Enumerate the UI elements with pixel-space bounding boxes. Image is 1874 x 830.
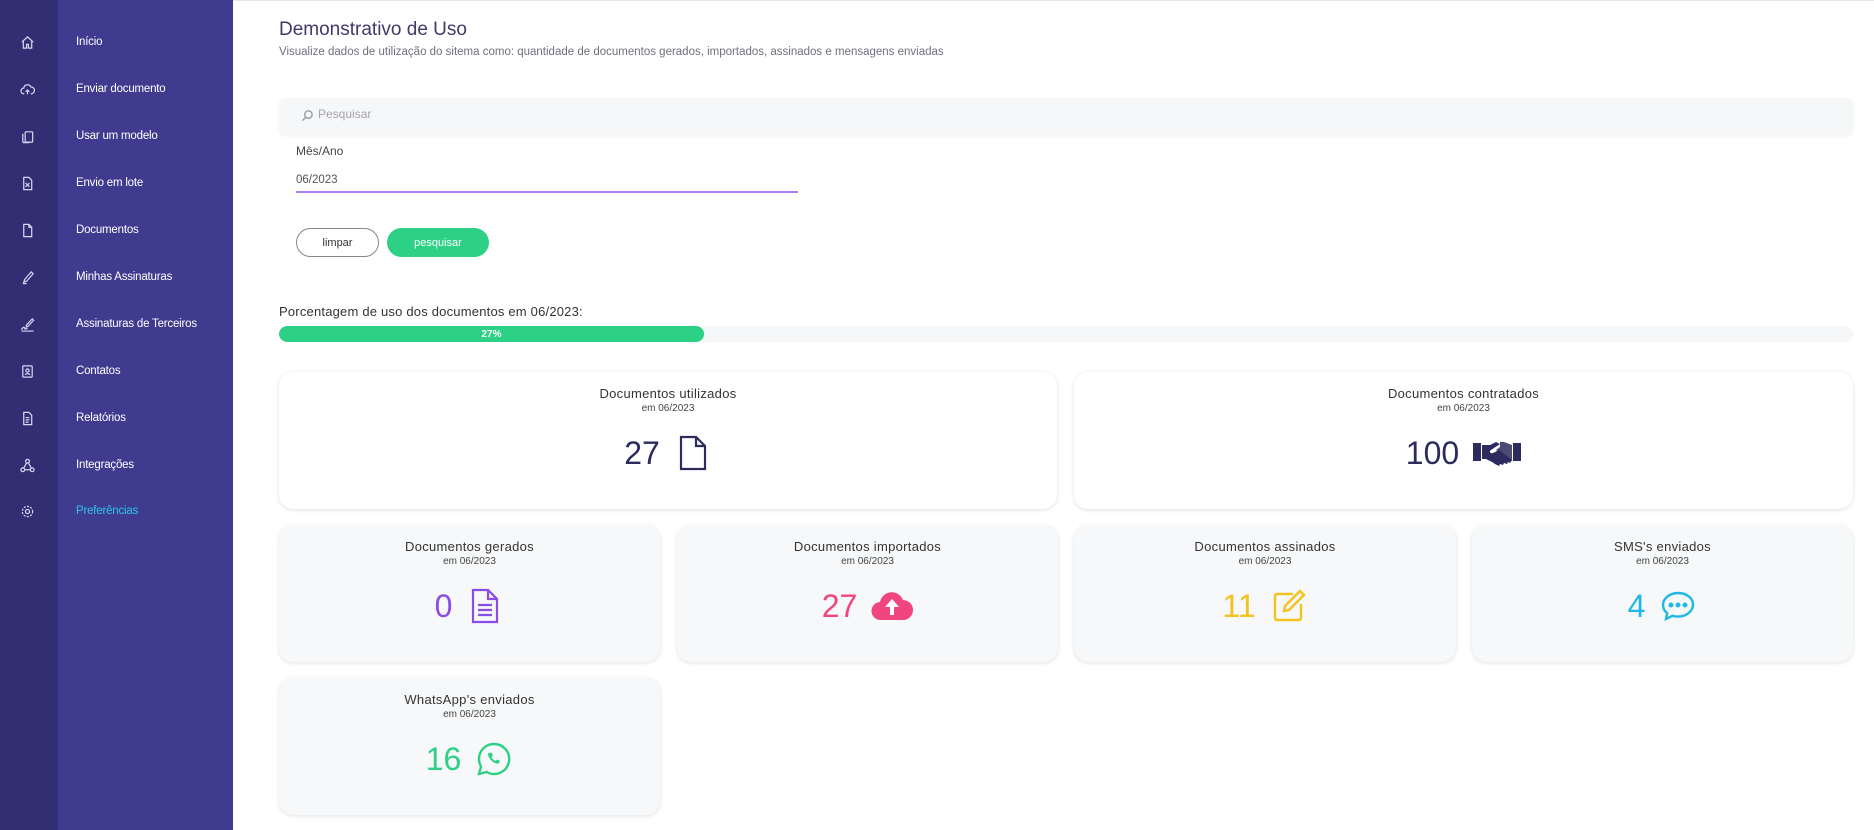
card-documentos-assinados: Documentos assinados em 06/2023 11 — [1074, 525, 1456, 662]
sidebar-item-envio-lote[interactable]: Envio em lote — [76, 177, 143, 189]
pen-icon[interactable] — [17, 267, 37, 287]
card-documentos-contratados: Documentos contratados em 06/2023 100 — [1074, 372, 1853, 509]
report-icon[interactable] — [17, 408, 37, 428]
signature-icon[interactable] — [17, 314, 37, 334]
card-documentos-gerados: Documentos gerados em 06/2023 0 — [279, 525, 660, 662]
page-title: Demonstrativo de Uso — [279, 19, 467, 40]
sidebar-item-preferencias[interactable]: Preferências — [76, 505, 138, 517]
usage-percentage-label: Porcentagem de uso dos documentos em 06/… — [279, 304, 583, 319]
card-subtitle: em 06/2023 — [1238, 556, 1292, 567]
template-icon[interactable] — [17, 126, 37, 146]
card-value: 0 — [434, 587, 453, 624]
main-content: Demonstrativo de Uso Visualize dados de … — [233, 0, 1874, 830]
month-year-label: Mês/Ano — [296, 144, 344, 158]
file-text-icon — [466, 587, 504, 625]
integrations-icon[interactable] — [17, 455, 37, 475]
file-icon — [674, 434, 712, 472]
month-year-input[interactable] — [296, 169, 798, 193]
page-subtitle: Visualize dados de utilização do sitema … — [279, 46, 944, 58]
sidebar-item-assinaturas-terceiros[interactable]: Assinaturas de Terceiros — [76, 318, 197, 330]
clear-button[interactable]: limpar — [296, 228, 379, 257]
cloud-upload-icon[interactable] — [17, 79, 37, 99]
card-subtitle: em 06/2023 — [443, 709, 496, 720]
card-title: SMS's enviados — [1613, 539, 1711, 554]
app-root: Início Enviar documento Usar um modelo E… — [0, 0, 1874, 830]
handshake-icon — [1473, 434, 1522, 472]
home-icon[interactable] — [17, 32, 37, 52]
card-title: Documentos gerados — [405, 539, 534, 554]
whatsapp-icon — [475, 740, 513, 778]
card-title: Documentos contratados — [1387, 386, 1540, 401]
card-sms-enviados: SMS's enviados em 06/2023 4 — [1472, 525, 1853, 662]
card-subtitle: em 06/2023 — [1636, 556, 1689, 567]
sidebar-nav: Início Enviar documento Usar um modelo E… — [58, 0, 233, 830]
sidebar-item-usar-modelo[interactable]: Usar um modelo — [76, 130, 158, 142]
card-value: 27 — [624, 434, 660, 471]
cloud-upload-icon — [871, 587, 914, 625]
card-value: 4 — [1627, 587, 1646, 624]
card-value: 11 — [1222, 587, 1256, 624]
edit-icon — [1270, 587, 1308, 625]
usage-progress-bar: 27% — [279, 326, 1853, 342]
sidebar-icon-rail — [0, 0, 58, 830]
sidebar-item-inicio[interactable]: Início — [76, 36, 102, 48]
document-icon[interactable] — [17, 220, 37, 240]
usage-progress-fill: 27% — [279, 326, 704, 342]
card-title: Documentos assinados — [1194, 539, 1336, 554]
card-subtitle: em 06/2023 — [841, 556, 894, 567]
search-input[interactable] — [318, 107, 718, 121]
card-subtitle: em 06/2023 — [641, 403, 695, 414]
card-title: Documentos importados — [793, 539, 942, 554]
gear-icon[interactable] — [17, 501, 37, 521]
contacts-icon[interactable] — [17, 361, 37, 381]
sidebar-item-minhas-assinaturas[interactable]: Minhas Assinaturas — [76, 271, 172, 283]
sidebar-item-integracoes[interactable]: Integrações — [76, 459, 134, 471]
search-button[interactable]: pesquisar — [387, 228, 489, 257]
sidebar-item-contatos[interactable]: Contatos — [76, 365, 121, 377]
search-icon — [301, 110, 313, 122]
sidebar-item-enviar-documento[interactable]: Enviar documento — [76, 83, 166, 95]
chat-icon — [1659, 587, 1697, 625]
sidebar-item-documentos[interactable]: Documentos — [76, 224, 139, 236]
card-subtitle: em 06/2023 — [443, 556, 496, 567]
spreadsheet-icon[interactable] — [17, 173, 37, 193]
card-title: WhatsApp's enviados — [404, 692, 535, 707]
card-title: Documentos utilizados — [599, 386, 737, 401]
sidebar-item-relatorios[interactable]: Relatórios — [76, 412, 126, 424]
search-bar — [279, 98, 1853, 134]
card-subtitle: em 06/2023 — [1437, 403, 1490, 414]
card-value: 100 — [1405, 434, 1460, 471]
card-whatsapp-enviados: WhatsApp's enviados em 06/2023 16 — [279, 678, 660, 815]
card-documentos-importados: Documentos importados em 06/2023 27 — [677, 525, 1058, 662]
card-documentos-utilizados: Documentos utilizados em 06/2023 27 — [279, 372, 1057, 509]
card-value: 27 — [821, 587, 858, 624]
card-value: 16 — [425, 740, 462, 777]
